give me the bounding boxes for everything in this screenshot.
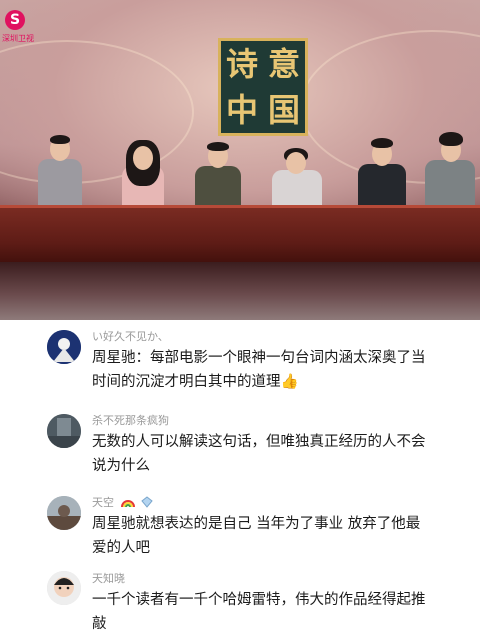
channel-logo-text: 深圳卫视 xyxy=(2,34,34,43)
diamond-badge-icon xyxy=(141,495,153,511)
user-avatar[interactable] xyxy=(47,414,81,448)
user-avatar[interactable] xyxy=(47,330,81,364)
comment-body: 无数的人可以解读这句话，但唯独真正经历的人不会说为什么 xyxy=(92,434,426,474)
show-title-char: 诗 xyxy=(225,45,258,83)
show-title-sign: 诗 意 中 国 xyxy=(218,38,308,136)
user-avatar[interactable] xyxy=(47,496,81,530)
stage-floor xyxy=(0,262,480,320)
comment-username-text: 天空 xyxy=(92,496,114,509)
comment-body: 一千个读者有一千个哈姆雷特，伟大的作品经得起推敲 xyxy=(92,592,426,632)
stage-desk xyxy=(0,205,480,266)
comment-text: 无数的人可以解读这句话，但唯独真正经历的人不会说为什么 xyxy=(92,430,432,478)
comment-text: 周星驰就想表达的是自己 当年为了事业 放弃了他最爱的人吧 xyxy=(92,512,432,560)
comment-body: 周星驰：每部电影一个眼神一句台词内涵太深奥了当时间的沉淀才明白其中的道理 xyxy=(92,350,426,390)
comment-text: 一千个读者有一千个哈姆雷特，伟大的作品经得起推敲 xyxy=(92,588,432,636)
rainbow-badge-icon xyxy=(120,496,135,511)
comment-text: 周星驰：每部电影一个眼神一句台词内涵太深奥了当时间的沉淀才明白其中的道理👍 xyxy=(92,346,432,394)
avatar-image xyxy=(47,571,81,605)
channel-logo: S 深圳卫视 xyxy=(0,6,34,50)
avatar-image xyxy=(47,414,81,448)
user-avatar[interactable] xyxy=(47,571,81,605)
comment-username[interactable]: い好久不见か、 xyxy=(92,328,169,344)
thumbs-up-emoji-icon: 👍 xyxy=(280,374,299,390)
show-title-char: 意 xyxy=(267,45,300,83)
comment-username[interactable]: 杀不死那条疯狗 xyxy=(92,412,169,428)
avatar-image xyxy=(47,330,81,364)
comment-body: 周星驰就想表达的是自己 当年为了事业 放弃了他最爱的人吧 xyxy=(92,516,421,556)
video-frame[interactable]: S 深圳卫视 诗 意 中 国 xyxy=(0,0,480,320)
avatar-image xyxy=(47,496,81,530)
channel-logo-icon: S xyxy=(5,10,25,30)
show-title-char: 国 xyxy=(267,91,300,129)
comment-username[interactable]: 天知晓 xyxy=(92,570,125,586)
comment-username[interactable]: 天空 xyxy=(92,494,153,511)
show-title-char: 中 xyxy=(225,91,258,129)
